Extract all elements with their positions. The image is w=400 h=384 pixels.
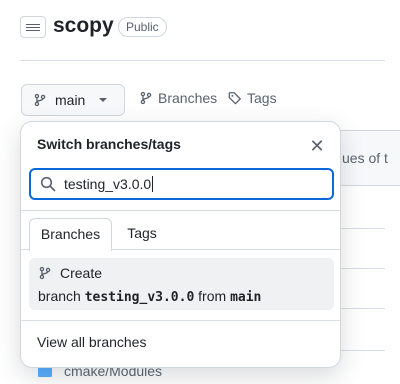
create-branch-item[interactable]: Create branch testing_v3.0.0 from main	[29, 258, 334, 310]
current-branch-label: main	[55, 92, 86, 108]
caret-down-icon	[99, 98, 108, 102]
branch-selector-button[interactable]: main	[21, 84, 125, 116]
popover-title: Switch branches/tags	[37, 136, 181, 152]
text-cursor	[152, 176, 154, 192]
branch-search-input[interactable]: testing_v3.0.0	[29, 168, 334, 200]
file-row-divider	[340, 308, 385, 309]
git-branch-icon	[34, 93, 46, 107]
branches-link[interactable]: Branches	[139, 90, 217, 106]
git-branch-icon	[140, 91, 152, 105]
repo-name[interactable]: scopy	[53, 14, 114, 38]
org-logo	[20, 16, 46, 38]
header-divider	[20, 60, 385, 61]
visibility-badge: Public	[118, 17, 167, 37]
close-icon: ✕	[309, 135, 325, 156]
create-from-word: from	[198, 288, 227, 304]
tag-icon	[228, 92, 241, 105]
tags-link[interactable]: Tags	[228, 90, 277, 106]
search-input-value: testing_v3.0.0	[64, 176, 152, 192]
create-prefix: branch	[38, 288, 81, 304]
file-row-divider	[340, 268, 385, 269]
tab-tags[interactable]: Tags	[117, 218, 167, 251]
git-branch-icon	[39, 266, 51, 280]
tags-link-label: Tags	[247, 90, 277, 106]
view-all-branches-link[interactable]: View all branches	[37, 334, 146, 350]
popover-divider	[21, 210, 340, 211]
file-row-divider	[340, 228, 385, 229]
commit-message-fragment: ues of t	[342, 150, 388, 166]
tab-branches[interactable]: Branches	[29, 218, 112, 251]
create-label: Create	[60, 265, 103, 281]
footer-divider	[21, 320, 340, 321]
branches-link-label: Branches	[158, 90, 218, 106]
new-branch-name: testing_v3.0.0	[84, 290, 195, 305]
switch-branches-popover: Switch branches/tags ✕ testing_v3.0.0 Br…	[20, 121, 341, 368]
file-row-divider	[340, 350, 385, 351]
source-branch-name: main	[230, 290, 262, 305]
search-icon	[40, 176, 56, 192]
close-button[interactable]: ✕	[305, 134, 329, 158]
